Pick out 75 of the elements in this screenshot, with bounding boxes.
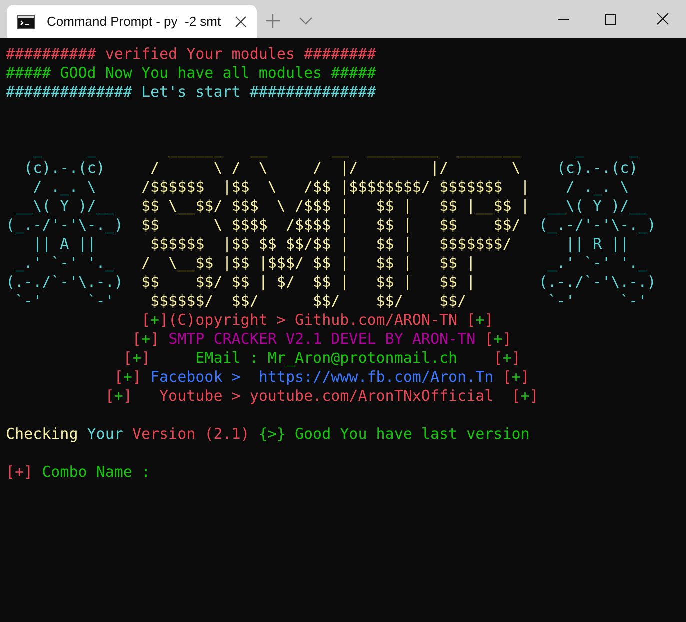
ascii-art-text: $$ $$/ $$ | $/ $$ | $$ | $$ | [141,273,477,291]
ascii-art-text: $$$$$$ |$$ $$ $$/$$ | $$ | $$$$$$$/ [149,235,513,253]
console-text: Facebook > https://www.fb.com/Aron.Tn [150,368,494,386]
new-tab-icon[interactable] [266,14,280,28]
console-text: ] [150,330,161,348]
ascii-art-text: / \ / \ / |/ |/ \ [149,159,522,177]
console-text: + [502,349,512,367]
console-text: ] [141,349,152,367]
console-text: + [512,368,521,386]
console-text: [ [113,368,124,386]
ascii-art-text: (c).-.(c) [556,159,638,177]
ascii-art-text: _ _ [32,140,98,158]
ascii-art-text: / \__$$ |$$ |$$$/ $$ | $$ | $$ | [141,254,477,272]
console-text: {>} Good You have last version [258,425,530,443]
console-text: [ [484,330,494,348]
console-text: + [123,368,132,386]
console-text: Combo Name : [41,463,150,481]
console-text: [ [131,330,142,348]
ascii-art-text: (.-./`-'\.-.) [6,273,124,291]
console-text: Version (2.1) [132,425,251,443]
ascii-art-text: /$$$$$$ |$$ \ /$$ |$$$$$$$$/ $$$$$$$ | [141,178,531,196]
ascii-art-text: (_.-/'-'\-._) [6,216,124,234]
ascii-art-text: || A || [32,235,98,253]
ascii-art-text: __\( Y )/__ [546,197,648,215]
ascii-art-text: __\( Y )/__ [14,197,116,215]
ascii-art-text: _ _ [574,140,638,158]
ascii-art-text: || R || [564,235,630,253]
console-text: ##### GOOd Now You have all modules ##### [6,64,376,82]
ascii-art-text: / ._. \ [564,178,630,196]
maximize-icon[interactable] [605,14,616,25]
tab-title: Command Prompt - py -2 smt [47,14,222,29]
ascii-art-text: _.' `-' '._ [14,254,116,272]
console-text: [ [122,349,132,367]
console-text: ] Youtube > youtube.com/AronTNxOfficial [ [123,387,521,405]
tab[interactable]: Command Prompt - py -2 smt [7,5,257,38]
console-text: Checking [6,425,80,443]
console-text: ] [520,368,530,386]
ascii-art-text: _.' `-' '._ [546,254,648,272]
console-text: + [141,330,150,348]
console-text: ########## verified Your modules ######## [6,45,376,63]
ascii-art-text: `-' `-' [14,292,116,310]
console-text: ] [512,349,521,367]
ascii-art-text: (_.-/'-'\-._) [538,216,656,234]
console-text: + [132,349,142,367]
dropdown-icon[interactable] [299,17,313,25]
terminal-icon [17,14,35,28]
console-text: [ [492,349,503,367]
console-text: + [150,311,160,329]
console-text: ] [484,311,494,329]
console-text: ](C)opyright > Github.com/ARON-TN [ [160,311,476,329]
ascii-art-text: $$ \__$$/ $$$ \ /$$$ | $$ | $$ |__$$ | [141,197,531,215]
close-tab-icon[interactable] [235,16,247,28]
close-icon[interactable] [657,13,669,25]
ascii-art-text: (.-./`-'\.-.) [538,273,656,291]
console-text: + [494,330,503,348]
ascii-art-text: ______ __ __ ________ _______ [168,140,522,158]
console-text: ############## Let's start ############## [6,83,376,101]
console-text: ] [530,387,539,405]
ascii-art-text: (c).-.(c) [23,159,106,177]
console-text: SMTP CRACKER V2.1 DEVEL BY ARON-TN [168,330,476,348]
console-text: + [114,387,124,405]
console-text: ] [502,330,512,348]
console-text: [ [140,311,150,329]
console-text: + [520,387,530,405]
console-text: [ [104,387,114,405]
console-text: + [476,311,485,329]
ascii-art-text: / ._. \ [32,178,98,196]
console-text: [+] [6,463,34,481]
ascii-art-text: $$$$$$/ $$/ $$/ $$/ $$/ [149,292,468,310]
ascii-art-text: `-' `-' [546,292,648,310]
console-text: EMail : Mr_Aron@protonmail.ch [196,349,458,367]
console-text: ] [132,368,142,386]
console-text: Your [87,425,124,443]
ascii-art-text: $$ \ $$$$ /$$$$ | $$ | $$ $$/ [141,216,522,234]
console-text: [ [502,368,512,386]
